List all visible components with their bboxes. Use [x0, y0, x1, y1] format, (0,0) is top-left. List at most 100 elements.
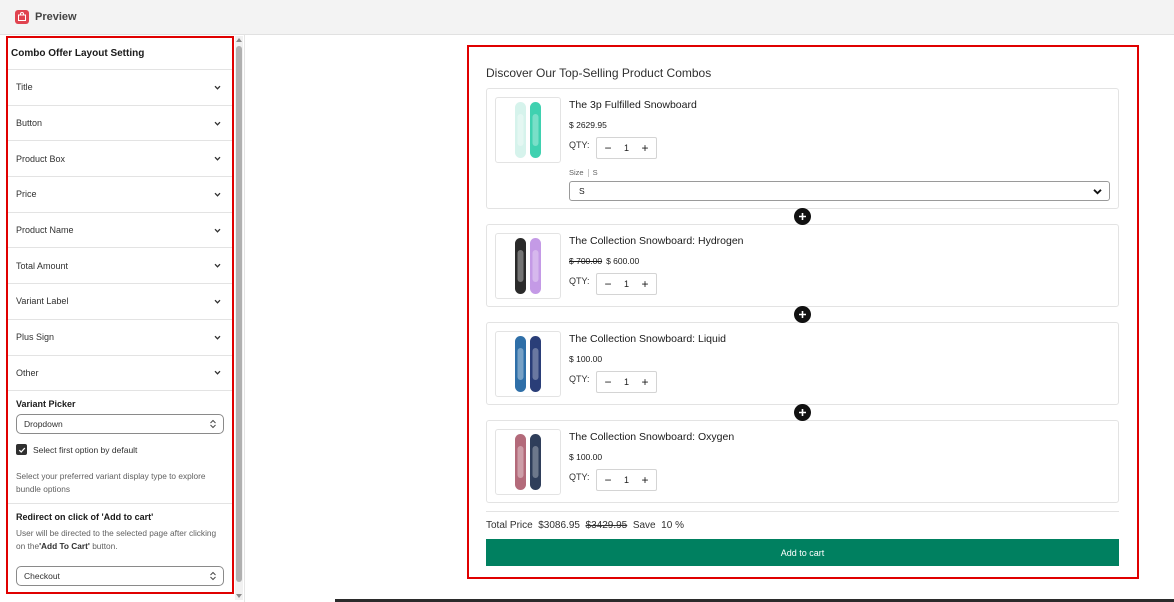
- redirect-select[interactable]: Checkout: [16, 566, 224, 587]
- redirect-desc-bold: 'Add To Cart': [39, 541, 90, 552]
- product-name[interactable]: The Collection Snowboard: Hydrogen: [569, 235, 744, 247]
- snowboard-image: [515, 434, 541, 490]
- plus-sign-icon: [794, 208, 811, 225]
- settings-heading: Combo Offer Layout Setting: [8, 38, 232, 70]
- product-thumbnail[interactable]: [495, 331, 561, 397]
- redirect-value: Checkout: [24, 571, 60, 582]
- minus-icon[interactable]: −: [603, 278, 613, 290]
- snowboard-image: [515, 102, 541, 158]
- accordion-button[interactable]: Button: [8, 106, 232, 142]
- accordion-label: Price: [16, 189, 37, 200]
- plus-sign-icon: [794, 306, 811, 323]
- product-thumbnail[interactable]: [495, 233, 561, 299]
- accordion-price[interactable]: Price: [8, 177, 232, 213]
- product-name[interactable]: The Collection Snowboard: Liquid: [569, 333, 726, 345]
- widget-heading: Discover Our Top-Selling Product Combos: [486, 66, 712, 80]
- product-thumbnail[interactable]: [495, 97, 561, 163]
- total-compare-price: $3429.95: [585, 520, 628, 531]
- sale-price: $ 600.00: [606, 256, 640, 266]
- variant-picker-section: Variant Picker Dropdown Select first opt…: [8, 391, 232, 495]
- accordion-label: Plus Sign: [16, 332, 55, 343]
- accordion-label: Total Amount: [16, 260, 69, 271]
- variant-picker-value: Dropdown: [24, 419, 63, 430]
- chevron-down-icon: [214, 335, 221, 340]
- qty-label: QTY:: [569, 140, 590, 150]
- plus-icon[interactable]: +: [640, 376, 650, 388]
- variant-label-text: Size: [569, 168, 584, 177]
- window-titlebar: Preview: [0, 0, 1174, 35]
- select-first-option-label: Select first option by default: [33, 444, 138, 455]
- qty-label: QTY:: [569, 276, 590, 286]
- select-first-option-checkbox[interactable]: [16, 444, 27, 456]
- variant-picker-label: Variant Picker: [16, 399, 76, 410]
- combo-widget: Discover Our Top-Selling Product Combos …: [467, 45, 1139, 579]
- minus-icon[interactable]: −: [603, 474, 613, 486]
- accordion-plus-sign[interactable]: Plus Sign: [8, 320, 232, 356]
- qty-label: QTY:: [569, 374, 590, 384]
- app-icon: [15, 10, 29, 24]
- accordion-product-box[interactable]: Product Box: [8, 141, 232, 178]
- accordion-label: Button: [16, 118, 43, 129]
- plus-icon[interactable]: +: [640, 474, 650, 486]
- quantity-stepper: − 1 +: [596, 273, 657, 295]
- accordion-other[interactable]: Other: [8, 356, 232, 392]
- select-first-option-row[interactable]: Select first option by default: [16, 444, 224, 456]
- scrollbar-thumb[interactable]: [236, 46, 242, 582]
- select-updown-icon: [210, 419, 216, 429]
- snowboard-image: [515, 238, 541, 294]
- variant-picker-select[interactable]: Dropdown: [16, 414, 224, 435]
- total-price: $3086.95: [538, 520, 580, 531]
- product-thumbnail[interactable]: [495, 429, 561, 495]
- snowboard-image: [515, 336, 541, 392]
- variant-label: Size S: [569, 168, 598, 178]
- redirect-section: Redirect on click of 'Add to cart' User …: [8, 504, 232, 587]
- settings-scrollbar[interactable]: [235, 36, 243, 600]
- quantity-value[interactable]: 1: [624, 143, 629, 153]
- variant-separator: [587, 169, 589, 178]
- product-card: The Collection Snowboard: Liquid $ 100.00…: [486, 322, 1119, 405]
- sale-price: $ 100.00: [569, 354, 603, 364]
- accordion-label: Variant Label: [16, 296, 69, 307]
- quantity-value[interactable]: 1: [624, 279, 629, 289]
- product-name[interactable]: The 3p Fulfilled Snowboard: [569, 99, 697, 111]
- total-price-line: Total Price $3086.95 $3429.95 Save 10 %: [486, 520, 684, 531]
- product-price: $ 100.00: [569, 452, 602, 462]
- total-label: Total Price: [486, 520, 533, 531]
- sale-price: $ 100.00: [569, 452, 603, 462]
- redirect-desc-suffix: button.: [89, 541, 118, 552]
- accordion-label: Title: [16, 82, 33, 93]
- add-to-cart-button[interactable]: Add to cart: [486, 539, 1119, 566]
- select-updown-icon: [210, 571, 216, 581]
- product-card: The 3p Fulfilled Snowboard $ 2629.95 QTY: −…: [486, 88, 1119, 209]
- plus-icon[interactable]: +: [640, 278, 650, 290]
- chevron-down-icon: [214, 121, 221, 126]
- accordion-label: Product Box: [16, 153, 66, 164]
- minus-icon[interactable]: −: [603, 142, 613, 154]
- variant-select[interactable]: S: [569, 181, 1110, 201]
- settings-panel: Combo Offer Layout Setting Title Button Pr…: [6, 36, 234, 594]
- quantity-stepper: − 1 +: [596, 469, 657, 491]
- product-name[interactable]: The Collection Snowboard: Oxygen: [569, 431, 734, 443]
- product-price: $ 2629.95: [569, 120, 607, 130]
- window-title: Preview: [35, 11, 77, 23]
- qty-label: QTY:: [569, 472, 590, 482]
- accordion-title[interactable]: Title: [8, 70, 232, 106]
- minus-icon[interactable]: −: [603, 376, 613, 388]
- quantity-stepper: − 1 +: [596, 371, 657, 393]
- chevron-down-icon: [214, 228, 221, 233]
- checkmark-icon: [18, 447, 25, 453]
- sale-price: $ 2629.95: [569, 120, 607, 130]
- variant-value-text: S: [592, 168, 598, 177]
- plus-icon[interactable]: +: [640, 142, 650, 154]
- quantity-value[interactable]: 1: [624, 377, 629, 387]
- accordion-variant-label[interactable]: Variant Label: [8, 284, 232, 320]
- quantity-value[interactable]: 1: [624, 475, 629, 485]
- scroll-up-icon[interactable]: [236, 38, 242, 42]
- redirect-description: User will be directed to the selected pa…: [16, 527, 224, 553]
- scroll-down-icon[interactable]: [236, 594, 242, 598]
- compare-price: $ 700.00: [569, 256, 603, 266]
- accordion-product-name[interactable]: Product Name: [8, 213, 232, 249]
- accordion-total-amount[interactable]: Total Amount: [8, 248, 232, 285]
- product-card: The Collection Snowboard: Oxygen $ 100.00…: [486, 420, 1119, 503]
- product-price: $ 100.00: [569, 354, 602, 364]
